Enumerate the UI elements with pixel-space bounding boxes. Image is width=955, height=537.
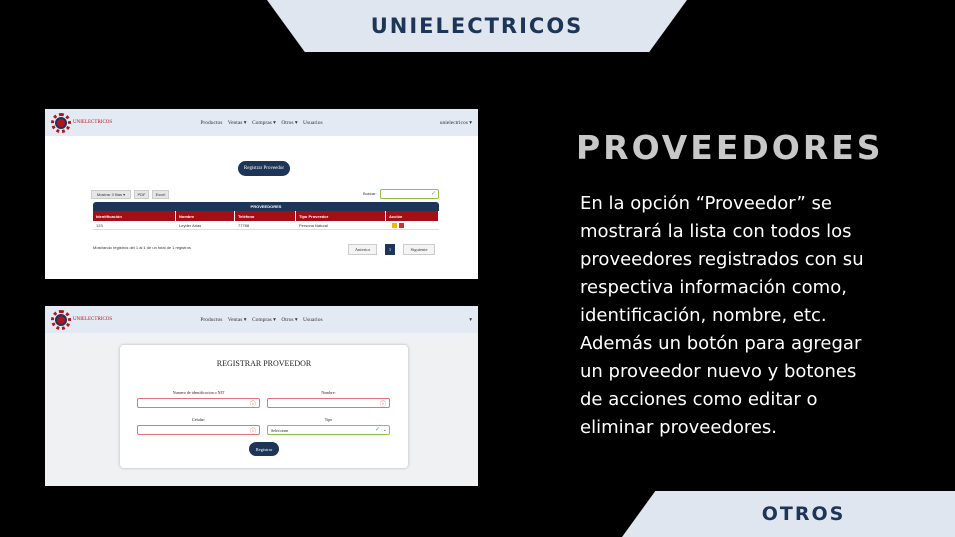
table-title: PROVEEDORES [93,202,439,211]
cell-nombre: Leyder Arias [179,222,202,228]
name-label: Nombre: [321,390,336,395]
top-banner: UNIELECTRICOS [267,0,687,52]
nav-item-compras[interactable]: Compras ▾ [252,317,276,323]
next-page-button[interactable]: Siguiente [403,244,435,255]
delete-icon[interactable] [399,222,404,228]
navbar: UNIELECTRICOS Productos Ventas ▾ Compras… [45,306,478,333]
type-select[interactable]: Seleccione ✓ ⌄ [267,425,390,435]
excel-button[interactable]: Excel [152,190,169,199]
section-title: PROVEEDORES [576,128,884,167]
phone-input[interactable]: ⓘ [137,425,260,435]
edit-icon[interactable] [392,222,397,228]
name-input[interactable]: ⓘ [267,398,390,408]
logo-icon [51,112,71,133]
user-menu[interactable]: ▾ [469,317,472,323]
table-row: 123 Leyder Arias 77788 Persona Natural [93,221,439,230]
show-rows-button[interactable]: Mostrar 3 filas ▾ [91,190,131,199]
providers-table: PROVEEDORES Identificación Nombre Teléfo… [93,202,439,230]
navbar: UNIELECTRICOS Productos Ventas ▾ Compras… [45,109,478,136]
error-icon: ⓘ [379,402,386,408]
user-menu[interactable]: unielectricos ▾ [440,120,472,126]
col-identificacion[interactable]: Identificación [93,211,176,221]
error-icon: ⓘ [249,429,256,435]
check-icon: ✓ [374,427,380,433]
cell-actions [386,221,439,229]
logo-icon [51,309,71,330]
nav-item-usuarios[interactable]: Usuarios [303,120,323,126]
bottom-banner: OTROS [622,491,955,537]
submit-button[interactable]: Registrar [249,442,279,456]
phone-label: Celular: [192,417,205,422]
type-label: Tipo [324,417,333,422]
provider-list-screenshot: UNIELECTRICOS Productos Ventas ▾ Compras… [45,109,478,279]
id-label: Numero de identificacion o NIT [172,390,225,395]
prev-page-button[interactable]: Anterior [348,244,377,255]
banner-next: OTROS [761,503,846,525]
table-header: Identificación Nombre Teléfono Tipo Prov… [93,211,439,221]
col-nombre[interactable]: Nombre [176,211,235,221]
nav-item-usuarios[interactable]: Usuarios [303,317,323,323]
section-description: En la opción “Proveedor” se mostrará la … [580,193,864,438]
chevron-down-icon: ⌄ [382,428,387,433]
type-select-value: Seleccione [271,427,289,433]
logo-text: UNIELECTRICOS [73,120,113,125]
pdf-button[interactable]: PDF [134,190,149,199]
register-card: REGISTRAR PROVEEDOR Numero de identifica… [120,345,408,468]
cell-id: 123 [96,222,103,228]
search-input[interactable]: ✓ [380,189,439,199]
nav-item-productos[interactable]: Productos [200,317,222,323]
table-info: Mostrando registros del 1 al 1 de un tot… [93,245,191,250]
nav-item-compras[interactable]: Compras ▾ [252,120,276,126]
id-input[interactable]: ⓘ [137,398,260,408]
nav-item-otros[interactable]: Otros ▾ [281,317,297,323]
banner-title: UNIELECTRICOS [370,14,584,38]
nav-item-otros[interactable]: Otros ▾ [281,120,297,126]
error-icon: ⓘ [249,402,256,408]
nav-item-ventas[interactable]: Ventas ▾ [228,317,247,323]
cell-tipo: Persona Natural [299,222,328,228]
check-icon: ✓ [430,191,436,197]
col-accion[interactable]: Acción [386,211,439,221]
page-1-button[interactable]: 1 [385,244,395,255]
nav-item-ventas[interactable]: Ventas ▾ [228,120,247,126]
nav-item-productos[interactable]: Productos [200,120,222,126]
form-title: REGISTRAR PROVEEDOR [216,359,312,368]
register-form-screenshot: UNIELECTRICOS Productos Ventas ▾ Compras… [45,306,478,486]
col-tipo[interactable]: Tipo Proveedor [296,211,386,221]
cell-telefono: 77788 [238,222,250,228]
col-telefono[interactable]: Teléfono [235,211,296,221]
register-provider-button[interactable]: Registrar Proveedor [238,161,290,176]
logo-text: UNIELECTRICOS [73,317,113,322]
search-label: Buscar: [363,191,377,196]
